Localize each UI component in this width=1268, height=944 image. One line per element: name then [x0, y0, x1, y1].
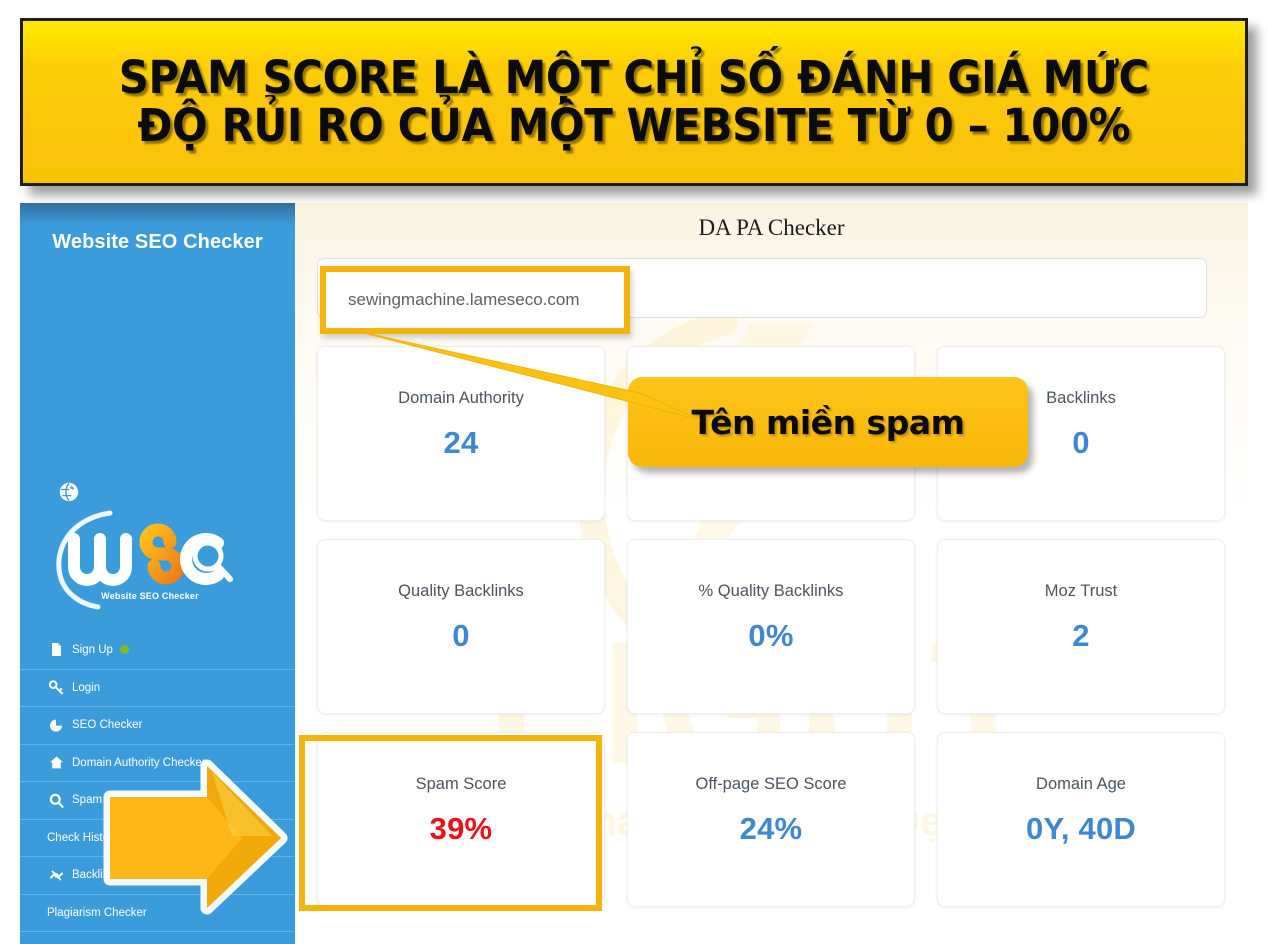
sidebar-menu: Sign Up Login SEO Checker Domain Authori…: [20, 631, 295, 944]
sidebar-item-label: Domain Authority Checker: [72, 756, 206, 769]
sidebar-item-domain-authority-checker[interactable]: Domain Authority Checker: [20, 743, 295, 782]
card-label: Quality Backlinks: [398, 582, 524, 600]
card-moz-trust: Moz Trust 2: [937, 539, 1225, 714]
sidebar: Website SEO Checker Website SEO Checker …: [20, 203, 295, 944]
card-label: Backlinks: [1046, 389, 1116, 407]
link-icon: [47, 868, 66, 883]
spam-domain-callout: Tên miền spam: [628, 377, 1028, 467]
sidebar-item-label: Sign Up: [72, 643, 113, 656]
card-value: 0%: [748, 618, 794, 653]
card-domain-authority: Domain Authority 24: [317, 346, 605, 521]
sidebar-item-seo-checker[interactable]: SEO Checker: [20, 706, 295, 744]
card-quality-backlinks: Quality Backlinks 0: [317, 539, 605, 714]
card-value: 2: [1072, 618, 1090, 653]
callout-label: Tên miền spam: [691, 402, 965, 442]
signup-icon: [47, 642, 66, 657]
magnifier-icon: [47, 793, 66, 808]
spam-score-highlight-frame: [299, 735, 602, 911]
sidebar-item-website-traffic-checker[interactable]: Website Traffic Checker: [20, 931, 295, 944]
card-domain-age: Domain Age 0Y, 40D: [937, 732, 1225, 907]
headline-line-1: SPAM SCORE LÀ MỘT CHỈ SỐ ĐÁNH GIÁ MỨC: [118, 51, 1150, 105]
sidebar-item-login[interactable]: Login: [20, 668, 295, 707]
card-label: Moz Trust: [1044, 582, 1118, 600]
sidebar-item-label: Backlink Checker: [72, 869, 161, 882]
highlighted-domain-value: sewingmachine.lameseco.com: [348, 290, 580, 309]
app-window: Website SEO Checker Website SEO Checker …: [20, 203, 1248, 944]
sidebar-top-shadow: [20, 203, 295, 225]
sidebar-title: Website SEO Checker: [52, 231, 263, 253]
sidebar-item-label: SEO Checker: [72, 719, 143, 732]
sidebar-item-plagiarism-checker[interactable]: Plagiarism Checker: [20, 893, 295, 932]
sidebar-item-backlink-checker[interactable]: Backlink Checker: [20, 856, 295, 894]
metrics-row-2: Quality Backlinks 0 % Quality Backlinks …: [317, 539, 1225, 714]
card-value: 0: [452, 618, 470, 653]
pie-chart-icon: [47, 718, 66, 733]
sidebar-item-label: Check History of Domain Authority [Uniqu…: [47, 831, 269, 844]
card-label: Domain Age: [1036, 775, 1126, 793]
key-icon: [47, 680, 66, 695]
card-value: 0Y, 40D: [1026, 811, 1136, 846]
page-title: DA PA Checker: [698, 215, 845, 240]
card-offpage-seo-score: Off-page SEO Score 24%: [627, 732, 915, 907]
sidebar-item-check-history-domain-authority[interactable]: Check History of Domain Authority [Uniqu…: [20, 818, 295, 857]
headline-banner: SPAM SCORE LÀ MỘT CHỈ SỐ ĐÁNH GIÁ MỨC ĐỘ…: [20, 18, 1248, 186]
card-percent-quality-backlinks: % Quality Backlinks 0%: [627, 539, 915, 714]
card-label: % Quality Backlinks: [698, 582, 844, 600]
logo-caption: Website SEO Checker: [101, 591, 199, 601]
sidebar-item-label: Login: [72, 681, 101, 694]
sidebar-item-label: Spam score checker: [72, 794, 177, 807]
card-value: 24%: [739, 811, 803, 846]
card-label: Off-page SEO Score: [695, 775, 847, 793]
sidebar-item-sign-up[interactable]: Sign Up: [20, 631, 295, 669]
globe-icon[interactable]: [58, 481, 80, 503]
highlighted-domain-input[interactable]: sewingmachine.lameseco.com: [320, 266, 630, 334]
card-value: 24: [443, 425, 479, 460]
headline-line-2: ĐỘ RỦI RO CỦA MỘT WEBSITE TỪ 0 – 100%: [137, 99, 1131, 152]
home-icon: [47, 755, 66, 770]
card-value: 0: [1072, 425, 1090, 460]
new-badge-dot: [119, 645, 129, 655]
screenshot-root: SPAM SCORE LÀ MỘT CHỈ SỐ ĐÁNH GIÁ MỨC ĐỘ…: [0, 0, 1268, 944]
sidebar-item-label: Plagiarism Checker: [47, 906, 147, 919]
sidebar-item-spam-score-checker[interactable]: Spam score checker: [20, 781, 295, 819]
card-label: Domain Authority: [398, 389, 524, 407]
